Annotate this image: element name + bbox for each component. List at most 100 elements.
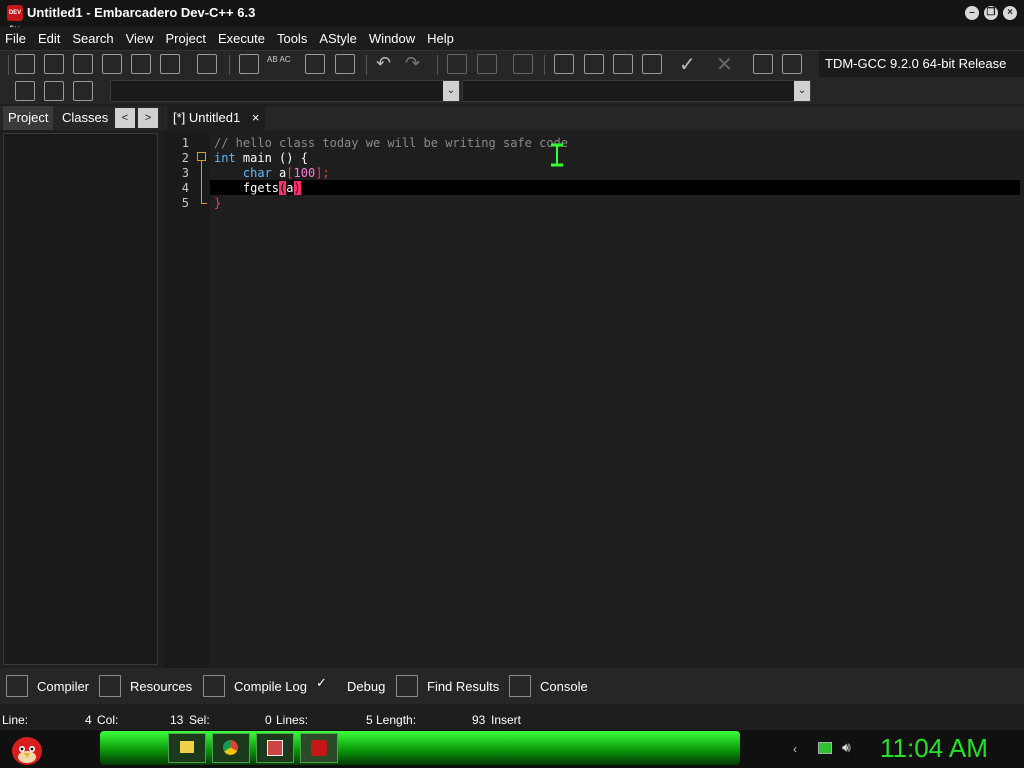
restore-button[interactable]: ❐ bbox=[984, 6, 998, 20]
check-icon: ✓ bbox=[316, 675, 327, 690]
folder-icon[interactable] bbox=[168, 733, 206, 763]
print-icon[interactable] bbox=[197, 54, 217, 74]
fold-guide-end bbox=[201, 203, 207, 204]
goto-line-icon[interactable] bbox=[305, 54, 325, 74]
indent-icon[interactable] bbox=[447, 54, 467, 74]
bookmark-icon[interactable] bbox=[513, 54, 533, 74]
grid-view-icon[interactable] bbox=[554, 54, 574, 74]
tab-label: Compile Log bbox=[234, 678, 307, 694]
keyword: int bbox=[214, 151, 236, 165]
punctuation: [ bbox=[286, 166, 294, 180]
find-icon[interactable] bbox=[239, 54, 259, 74]
menu-view[interactable]: View bbox=[120, 27, 160, 50]
chevron-down-icon[interactable]: ⌄ bbox=[443, 81, 459, 101]
close-project-icon[interactable] bbox=[782, 54, 802, 74]
menu-file[interactable]: File bbox=[0, 27, 32, 50]
status-lines-value: 5 bbox=[366, 713, 373, 727]
menu-help[interactable]: Help bbox=[421, 27, 460, 50]
bookmark-add-icon[interactable] bbox=[44, 81, 64, 101]
start-button-icon[interactable] bbox=[8, 731, 46, 767]
tab-console[interactable]: Console bbox=[509, 668, 588, 704]
add-project-icon[interactable] bbox=[15, 81, 35, 101]
chevron-down-icon[interactable]: ⌄ bbox=[794, 81, 810, 101]
tab-compiler[interactable]: Compiler bbox=[6, 668, 89, 704]
cross-icon[interactable]: ✕ bbox=[716, 52, 733, 77]
status-length-label: Length: bbox=[376, 713, 417, 727]
tab-classes[interactable]: Classes bbox=[57, 106, 113, 130]
network-icon[interactable] bbox=[818, 742, 832, 754]
class-combo[interactable]: ⌄ bbox=[110, 80, 460, 102]
editor-tab-untitled1[interactable]: [*] Untitled1 × bbox=[167, 106, 266, 130]
devcpp-app-icon[interactable]: DEV C++ bbox=[7, 5, 23, 32]
status-col-label: Col: bbox=[97, 713, 119, 727]
chrome-icon[interactable] bbox=[212, 733, 250, 763]
tab-find-results[interactable]: Find Results bbox=[396, 668, 499, 704]
close-file-icon[interactable] bbox=[131, 54, 151, 74]
grid-icon bbox=[6, 675, 28, 697]
minimize-button[interactable]: – bbox=[965, 6, 979, 20]
code-editor[interactable] bbox=[210, 133, 1024, 668]
bookmark-list-icon[interactable] bbox=[73, 81, 93, 101]
menu-execute[interactable]: Execute bbox=[212, 27, 271, 50]
find-replace-icon[interactable]: AB AC bbox=[267, 55, 291, 75]
identifier: main () { bbox=[235, 151, 308, 165]
tab-debug[interactable]: ✓ Debug bbox=[316, 668, 385, 704]
menu-project[interactable]: Project bbox=[160, 27, 212, 50]
status-line-value: 4 bbox=[85, 713, 92, 727]
new-file-icon[interactable] bbox=[15, 54, 35, 74]
menu-tools[interactable]: Tools bbox=[271, 27, 313, 50]
taskbar-clock[interactable]: 11:04 AM bbox=[880, 733, 988, 763]
unindent-icon[interactable] bbox=[477, 54, 497, 74]
menu-search[interactable]: Search bbox=[66, 27, 119, 50]
tab-prev-button[interactable]: < bbox=[115, 108, 135, 128]
menu-astyle[interactable]: AStyle bbox=[313, 27, 363, 50]
compiler-select[interactable]: TDM-GCC 9.2.0 64-bit Release bbox=[819, 51, 1024, 77]
secondary-toolbar: ⌄ ⌄ bbox=[0, 78, 1024, 104]
menu-window[interactable]: Window bbox=[363, 27, 421, 50]
project-tree[interactable] bbox=[3, 133, 158, 665]
media-icon[interactable] bbox=[256, 733, 294, 763]
window-view-icon[interactable] bbox=[584, 54, 604, 74]
line-number-gutter: 1 2 3 4 5 bbox=[165, 133, 210, 668]
close-all-icon[interactable] bbox=[160, 54, 180, 74]
save-icon[interactable] bbox=[73, 54, 93, 74]
tab-project[interactable]: Project bbox=[3, 106, 54, 130]
tile-icon[interactable] bbox=[613, 54, 633, 74]
status-sel-label: Sel: bbox=[189, 713, 210, 727]
close-tab-icon[interactable]: × bbox=[252, 110, 260, 125]
devcpp-icon[interactable] bbox=[300, 733, 338, 763]
line-number: 2 bbox=[181, 151, 189, 165]
arrow-icon[interactable]: ‹ bbox=[793, 742, 797, 756]
search-icon bbox=[396, 675, 418, 697]
check-icon[interactable]: ✓ bbox=[679, 52, 696, 77]
number-literal: 100 bbox=[293, 166, 316, 180]
line-number: 4 bbox=[181, 181, 189, 195]
current-line-highlight bbox=[210, 180, 1020, 195]
bottom-panel-tabs: Compiler Resources Compile Log ✓ Debug Fi… bbox=[0, 668, 1024, 704]
function-combo[interactable]: ⌄ bbox=[462, 80, 811, 102]
menu-edit[interactable]: Edit bbox=[32, 27, 66, 50]
line-number: 1 bbox=[181, 136, 189, 150]
save-all-icon[interactable] bbox=[102, 54, 122, 74]
tab-next-button[interactable]: > bbox=[138, 108, 158, 128]
tab-resources[interactable]: Resources bbox=[99, 668, 192, 704]
undo-icon[interactable]: ↶ bbox=[376, 53, 391, 74]
status-line-label: Line: bbox=[2, 713, 29, 727]
punctuation: ]; bbox=[315, 166, 330, 180]
text-cursor-icon bbox=[551, 143, 563, 167]
toggle-comment-icon[interactable] bbox=[335, 54, 355, 74]
open-file-icon[interactable] bbox=[44, 54, 64, 74]
speaker-icon[interactable]: 🔊︎ bbox=[842, 739, 851, 756]
redo-icon[interactable]: ↷ bbox=[405, 53, 420, 74]
code-line-1: // hello class today we will be writing … bbox=[214, 136, 568, 151]
chart-icon[interactable] bbox=[753, 54, 773, 74]
tab-label: Debug bbox=[347, 678, 386, 694]
close-button[interactable]: × bbox=[1003, 6, 1017, 20]
editor-tab-label: [*] Untitled1 bbox=[173, 110, 241, 125]
tab-compile-log[interactable]: Compile Log bbox=[203, 668, 307, 704]
status-length-value: 93 bbox=[472, 713, 486, 727]
cascade-icon[interactable] bbox=[642, 54, 662, 74]
fold-guide bbox=[201, 161, 202, 204]
status-sel-value: 0 bbox=[265, 713, 272, 727]
fold-toggle[interactable] bbox=[197, 152, 206, 161]
